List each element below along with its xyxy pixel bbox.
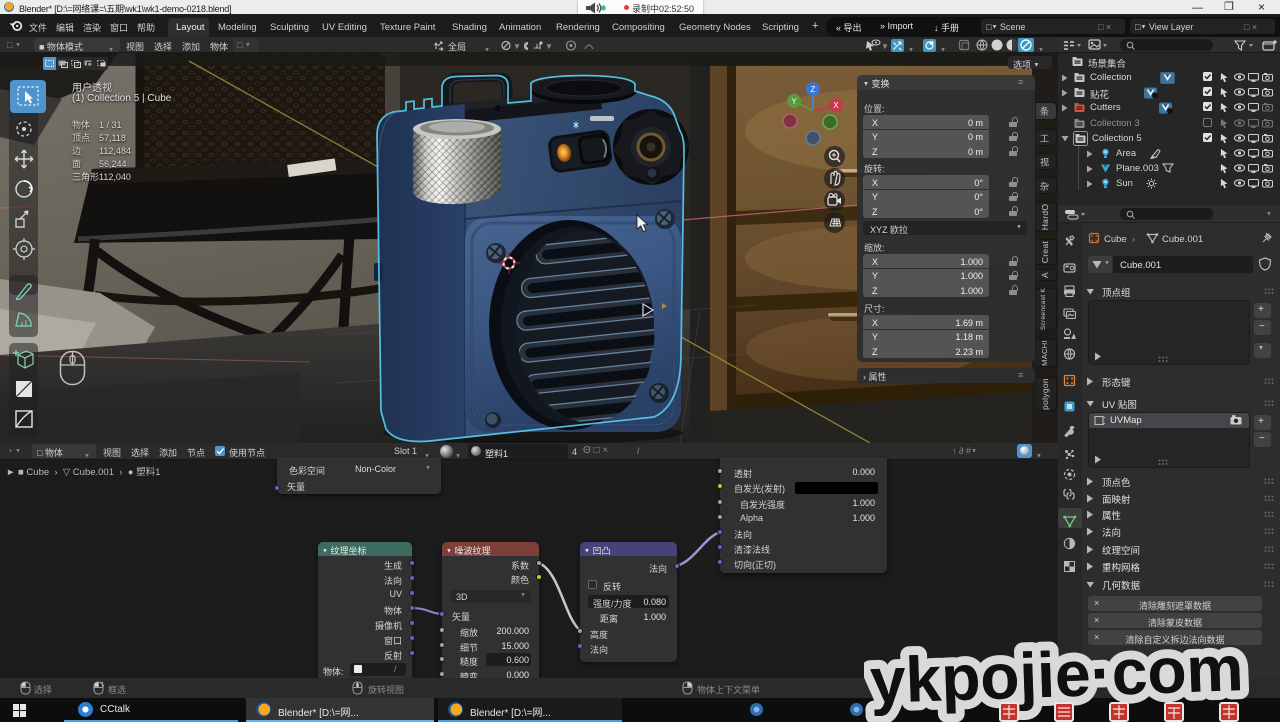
svg-text:Z: Z [811, 85, 816, 94]
svg-text:Y: Y [791, 97, 797, 106]
svg-text:▼: ▼ [545, 42, 553, 51]
svg-text:▼: ▼ [513, 42, 521, 51]
svg-text:▼: ▼ [881, 42, 888, 51]
svg-text:X: X [833, 101, 839, 110]
